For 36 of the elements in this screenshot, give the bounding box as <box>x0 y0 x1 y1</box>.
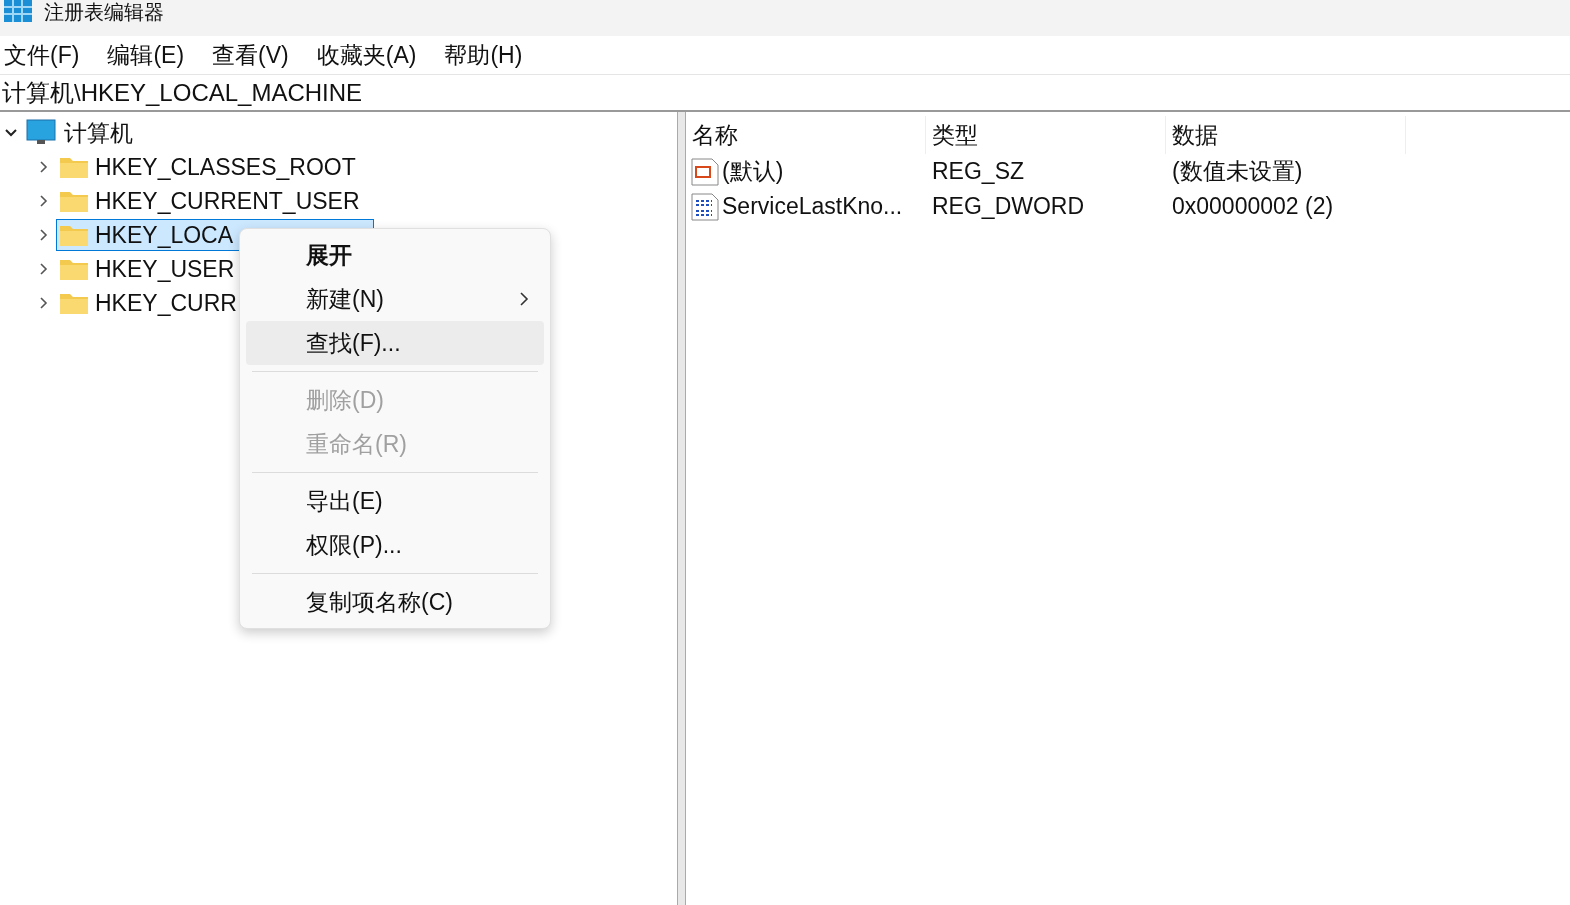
folder-icon <box>59 257 89 281</box>
tree-item[interactable]: HKEY_CURR <box>56 287 238 319</box>
computer-icon <box>26 119 56 147</box>
window-title: 注册表编辑器 <box>44 0 164 24</box>
menu-item[interactable]: 查看(V) <box>212 37 289 73</box>
app-icon <box>4 0 32 22</box>
table-cell-text: REG_DWORD <box>931 192 1086 222</box>
tree-item[interactable]: HKEY_CURRENT_USER <box>56 185 361 217</box>
table-cell-text: (数值未设置) <box>1171 157 1304 187</box>
chevron-right-icon <box>518 291 530 307</box>
column-header[interactable]: 名称 <box>686 116 926 154</box>
menu-item[interactable]: 编辑(E) <box>107 37 185 73</box>
folder-icon <box>59 155 89 179</box>
tree-item[interactable]: HKEY_CLASSES_ROOT <box>56 151 357 183</box>
string-value-icon <box>690 156 720 187</box>
binary-value-icon <box>690 191 720 222</box>
folder-icon <box>59 291 89 315</box>
tree-item[interactable]: 计算机 <box>64 115 133 151</box>
context-menu-item[interactable]: 权限(P)... <box>246 523 544 567</box>
table-cell-text: REG_SZ <box>931 157 1026 187</box>
menu-item[interactable]: 帮助(H) <box>444 37 523 73</box>
address-bar[interactable]: 计算机\HKEY_LOCAL_MACHINE <box>0 75 1570 112</box>
context-menu-item[interactable]: 复制项名称(C) <box>246 580 544 624</box>
column-header[interactable]: 数据 <box>1166 116 1406 154</box>
menu-item[interactable]: 收藏夹(A) <box>316 37 417 73</box>
table-cell-text: 0x00000002 (2) <box>1171 192 1335 222</box>
table-cell-text: ServiceLastKno... <box>722 192 903 222</box>
tree-item[interactable]: HKEY_USER <box>56 253 236 285</box>
folder-icon <box>59 223 89 247</box>
context-menu-item[interactable]: 新建(N) <box>246 277 544 321</box>
menu-item[interactable]: 文件(F) <box>4 37 80 73</box>
folder-icon <box>59 189 89 213</box>
column-header[interactable]: 类型 <box>926 116 1166 154</box>
context-menu-item[interactable]: 查找(F)... <box>246 321 544 365</box>
table-cell-text: (默认) <box>722 157 784 187</box>
context-menu-item[interactable]: 导出(E) <box>246 479 544 523</box>
